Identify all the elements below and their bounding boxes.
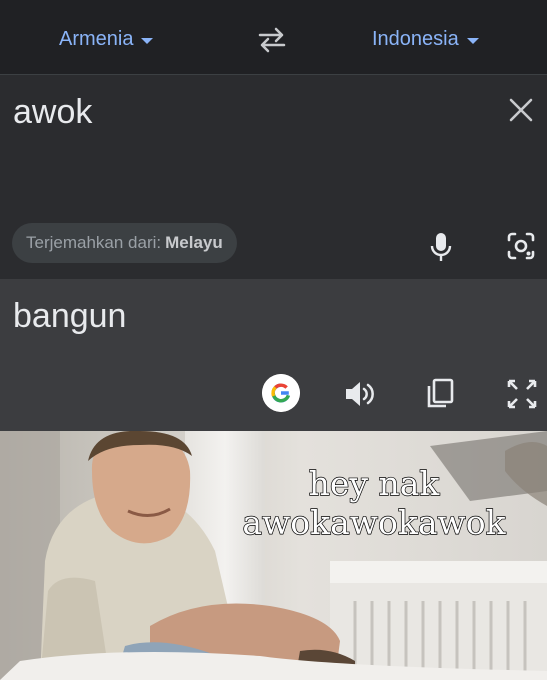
meme-caption-line-2: awokawokawok [242,502,507,542]
detect-prefix: Terjemahkan dari: [26,233,162,252]
source-input-panel: awok Terjemahkan dari: Melayu [0,75,547,279]
meme-caption-line-1: hey nak [308,463,440,503]
caret-down-icon [466,37,479,44]
target-language-label: Indonesia [372,28,459,50]
camera-lens-icon[interactable] [505,230,537,262]
google-icon[interactable] [262,374,300,412]
copy-icon[interactable] [424,377,456,409]
source-language-label: Armenia [59,28,134,50]
translated-text: bangun [13,297,127,335]
meme-caption: hey nak awokawokawok [220,463,528,542]
source-language-selector[interactable]: Armenia [59,28,154,51]
detected-language: Melayu [165,233,223,252]
close-icon[interactable] [507,96,535,124]
speaker-icon[interactable] [344,379,376,409]
fullscreen-icon[interactable] [506,378,538,410]
source-text-input[interactable]: awok [13,93,92,132]
language-bar: Armenia Indonesia [0,0,547,75]
swap-icon[interactable] [256,26,288,54]
detected-language-chip[interactable]: Terjemahkan dari: Melayu [12,223,237,263]
mic-icon[interactable] [428,231,454,263]
target-language-selector[interactable]: Indonesia [372,28,479,51]
caret-down-icon [141,37,154,44]
